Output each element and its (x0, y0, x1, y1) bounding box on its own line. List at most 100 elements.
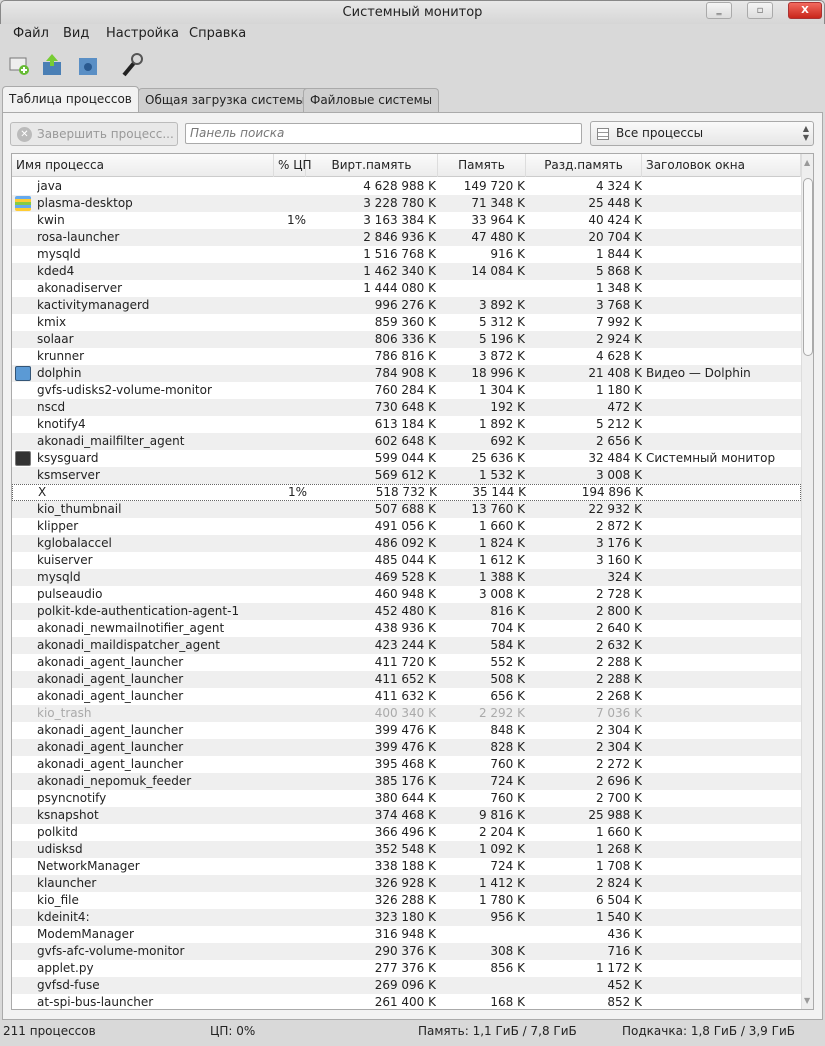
shared-memory-cell: 25 448 K (588, 196, 642, 210)
tab-process-table[interactable]: Таблица процессов (2, 86, 139, 113)
process-name-cell: kio_file (37, 893, 79, 907)
window-title-cell (646, 552, 801, 569)
virtual-memory-cell: 3 228 780 K (363, 196, 436, 210)
column-header-name[interactable]: Имя процесса (12, 154, 274, 177)
column-header-shared-memory[interactable]: Разд.память (526, 154, 642, 177)
search-input[interactable]: Панель поиска (185, 123, 582, 144)
table-row[interactable]: kuiserver 485 044 K 1 612 K 3 160 K (12, 552, 801, 569)
window-title-cell (646, 637, 801, 654)
window-title-cell (646, 960, 801, 977)
table-row[interactable]: akonadi_agent_launcher 399 476 K 828 K 2 30… (12, 739, 801, 756)
import-worksheet-icon[interactable] (40, 52, 64, 78)
column-header-memory[interactable]: Память (438, 154, 526, 177)
column-header-virtual-memory[interactable]: Вирт.память (306, 154, 438, 177)
table-row[interactable]: psyncnotify 380 644 K 760 K 2 700 K (12, 790, 801, 807)
table-row[interactable]: gvfs-afc-volume-monitor 290 376 K 308 K 716… (12, 943, 801, 960)
kill-process-button[interactable]: ✕ Завершить процесс... (10, 122, 178, 146)
menu-view[interactable]: Вид (63, 26, 89, 41)
cpu-percent-cell (274, 671, 306, 688)
window-title-cell (646, 705, 801, 722)
scroll-up-icon[interactable]: ▲ (804, 158, 810, 167)
table-row[interactable]: kmix 859 360 K 5 312 K 7 992 K (12, 314, 801, 331)
table-row[interactable]: klauncher 326 928 K 1 412 K 2 824 K (12, 875, 801, 892)
table-row[interactable]: java 4 628 988 K 149 720 K 4 324 K (12, 178, 801, 195)
vertical-scrollbar[interactable]: ▲ ▼ (801, 154, 813, 1009)
table-row[interactable]: mysqld 469 528 K 1 388 K 324 K (12, 569, 801, 586)
table-row[interactable]: pulseaudio 460 948 K 3 008 K 2 728 K (12, 586, 801, 603)
table-row[interactable]: akonadi_nepomuk_feeder 385 176 K 724 K 2 69… (12, 773, 801, 790)
table-row[interactable]: kactivitymanagerd 996 276 K 3 892 K 3 768 K (12, 297, 801, 314)
virtual-memory-cell: 485 044 K (374, 553, 436, 567)
table-row[interactable]: polkitd 366 496 K 2 204 K 1 660 K (12, 824, 801, 841)
table-row[interactable]: dolphin 784 908 K 18 996 K 21 408 K Видео — … (12, 365, 801, 382)
scrollbar-thumb[interactable] (803, 178, 813, 356)
table-row[interactable]: kglobalaccel 486 092 K 1 824 K 3 176 K (12, 535, 801, 552)
table-row[interactable]: X 1% 518 732 K 35 144 K 194 896 K (12, 484, 801, 501)
table-row[interactable]: akonadiserver 1 444 080 K 1 348 K (12, 280, 801, 297)
table-row[interactable]: solaar 806 336 K 5 196 K 2 924 K (12, 331, 801, 348)
process-name-cell: gvfsd-fuse (37, 978, 100, 992)
maximize-button[interactable]: ▫ (747, 2, 773, 19)
shared-memory-cell: 5 212 K (595, 417, 642, 431)
table-row[interactable]: ModemManager 316 948 K 436 K (12, 926, 801, 943)
table-row[interactable]: udisksd 352 548 K 1 092 K 1 268 K (12, 841, 801, 858)
window-title-cell (646, 348, 801, 365)
table-row[interactable]: akonadi_mailfilter_agent 602 648 K 692 K 2 … (12, 433, 801, 450)
window-title-cell (646, 858, 801, 875)
table-row[interactable]: knotify4 613 184 K 1 892 K 5 212 K (12, 416, 801, 433)
table-row[interactable]: gvfsd-fuse 269 096 K 452 K (12, 977, 801, 994)
table-row[interactable]: mysqld 1 516 768 K 916 K 1 844 K (12, 246, 801, 263)
table-row[interactable]: kio_trash 400 340 K 2 292 K 7 036 K (12, 705, 801, 722)
process-filter-select[interactable]: Все процессы ▲ ▼ (590, 121, 814, 146)
table-row[interactable]: kwin 1% 3 163 384 K 33 964 K 40 424 K (12, 212, 801, 229)
table-row[interactable]: NetworkManager 338 188 K 724 K 1 708 K (12, 858, 801, 875)
table-row[interactable]: akonadi_agent_launcher 411 632 K 656 K 2 26… (12, 688, 801, 705)
virtual-memory-cell: 786 816 K (374, 349, 436, 363)
virtual-memory-cell: 460 948 K (374, 587, 436, 601)
menu-file[interactable]: Файл (13, 26, 49, 41)
table-row[interactable]: klipper 491 056 K 1 660 K 2 872 K (12, 518, 801, 535)
table-row[interactable]: akonadi_agent_launcher 395 468 K 760 K 2 27… (12, 756, 801, 773)
minimize-button[interactable]: ‗ (706, 2, 732, 19)
table-row[interactable]: akonadi_maildispatcher_agent 423 244 K 584… (12, 637, 801, 654)
table-row[interactable]: akonadi_newmailnotifier_agent 438 936 K 70… (12, 620, 801, 637)
tab-system-load[interactable]: Общая загрузка системы (138, 88, 312, 112)
table-row[interactable]: kdeinit4: 323 180 K 956 K 1 540 K (12, 909, 801, 926)
menu-help[interactable]: Справка (189, 26, 246, 41)
cpu-percent-cell (274, 331, 306, 348)
table-row[interactable]: akonadi_agent_launcher 411 720 K 552 K 2 28… (12, 654, 801, 671)
table-row[interactable]: ksysguard 599 044 K 25 636 K 32 484 K Систем… (12, 450, 801, 467)
table-row[interactable]: kded4 1 462 340 K 14 084 K 5 868 K (12, 263, 801, 280)
memory-cell: 2 204 K (478, 825, 525, 839)
tab-file-systems[interactable]: Файловые системы (303, 88, 440, 112)
download-worksheet-icon[interactable] (76, 52, 100, 78)
process-name-cell: kwin (37, 213, 65, 227)
process-name-cell: udisksd (37, 842, 83, 856)
table-row[interactable]: rosa-launcher 2 846 936 K 47 480 K 20 704 K (12, 229, 801, 246)
table-row[interactable]: plasma-desktop 3 228 780 K 71 348 K 25 448 … (12, 195, 801, 212)
new-worksheet-icon[interactable] (8, 52, 32, 78)
table-row[interactable]: gvfs-udisks2-volume-monitor 760 284 K 1 30… (12, 382, 801, 399)
column-header-cpu[interactable]: % ЦП (274, 154, 312, 177)
table-row[interactable]: polkit-kde-authentication-agent-1 452 480… (12, 603, 801, 620)
menu-settings[interactable]: Настройка (106, 26, 179, 41)
virtual-memory-cell: 806 336 K (374, 332, 436, 346)
table-row[interactable]: ksmserver 569 612 K 1 532 K 3 008 K (12, 467, 801, 484)
table-row[interactable]: ksnapshot 374 468 K 9 816 K 25 988 K (12, 807, 801, 824)
table-row[interactable]: akonadi_agent_launcher 411 652 K 508 K 2 28… (12, 671, 801, 688)
scroll-down-icon[interactable]: ▼ (804, 996, 810, 1005)
table-row[interactable]: kio_file 326 288 K 1 780 K 6 504 K (12, 892, 801, 909)
memory-cell: 1 892 K (478, 417, 525, 431)
table-row[interactable]: nscd 730 648 K 192 K 472 K (12, 399, 801, 416)
table-row[interactable]: kio_thumbnail 507 688 K 13 760 K 22 932 K (12, 501, 801, 518)
configure-icon[interactable] (120, 52, 144, 78)
table-row[interactable]: at-spi-bus-launcher 261 400 K 168 K 852 K (12, 994, 801, 1009)
table-row[interactable]: akonadi_agent_launcher 399 476 K 848 K 2 30… (12, 722, 801, 739)
table-row[interactable]: applet.py 277 376 K 856 K 1 172 K (12, 960, 801, 977)
table-row[interactable]: krunner 786 816 K 3 872 K 4 628 K (12, 348, 801, 365)
cpu-percent-cell (274, 365, 306, 382)
window-title-cell (646, 603, 801, 620)
column-header-window-title[interactable]: Заголовок окна (642, 154, 801, 177)
cpu-percent-cell (274, 807, 306, 824)
close-button[interactable]: X (788, 2, 822, 19)
